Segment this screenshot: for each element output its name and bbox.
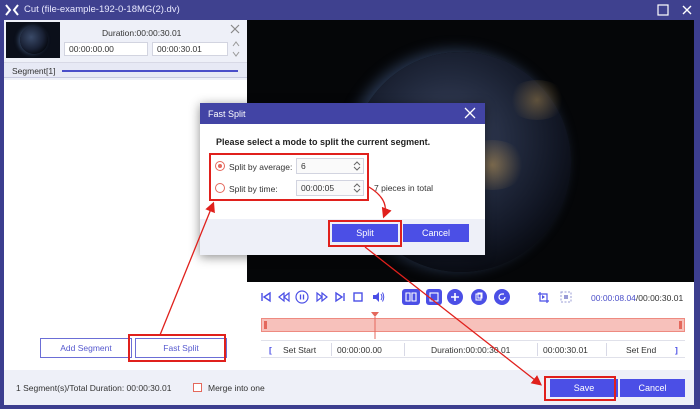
merge-checkbox[interactable] — [193, 383, 202, 392]
playback-controls: 00:00:08.04/00:00:30.01 [ Set Start 00:0… — [247, 282, 694, 370]
reorder-arrows-icon[interactable] — [232, 40, 240, 58]
merge-label: Merge into one — [208, 383, 265, 393]
options-highlight — [209, 153, 369, 201]
timeline-track[interactable] — [261, 318, 685, 332]
segment-duration: Duration:00:00:30.01 — [102, 28, 182, 38]
close-icon[interactable] — [464, 107, 476, 119]
crop-icon[interactable] — [537, 290, 551, 304]
skip-start-icon[interactable] — [259, 290, 273, 304]
playhead[interactable] — [370, 311, 380, 341]
segment-card[interactable]: Duration:00:00:30.01 00:00:00.00 00:00:3… — [4, 20, 247, 80]
cancel-button[interactable]: Cancel — [618, 379, 685, 397]
fast-split-highlight — [128, 334, 226, 362]
fullscreen-icon[interactable] — [559, 290, 573, 304]
save-highlight — [544, 376, 616, 401]
app-logo-icon — [5, 4, 19, 16]
title-bar: Cut (file-example-192-0-18MG(2).dv) — [0, 0, 700, 20]
end-value[interactable]: 00:00:30.01 — [543, 345, 588, 355]
current-time: 00:00:08.04 — [591, 293, 636, 303]
range-duration: Duration:00:00:30.01 — [431, 345, 511, 355]
pause-icon[interactable] — [295, 290, 309, 304]
dialog-title: Fast Split — [208, 109, 246, 119]
reset-icon[interactable] — [494, 289, 510, 305]
copy-icon[interactable] — [471, 289, 487, 305]
total-time: /00:00:30.01 — [635, 293, 684, 303]
dialog-header: Fast Split — [200, 103, 485, 124]
segment-end-field[interactable]: 00:00:30.01 — [152, 42, 228, 56]
add-icon[interactable] — [447, 289, 463, 305]
segment-tab-label: Segment[1] — [12, 66, 56, 76]
fast-split-icon[interactable] — [426, 289, 442, 305]
add-segment-button[interactable]: Add Segment — [40, 338, 132, 358]
set-start-bracket-icon: [ — [269, 345, 272, 355]
split-highlight — [328, 220, 402, 247]
segment-tab[interactable]: Segment[1] — [4, 62, 247, 78]
dialog-prompt: Please select a mode to split the curren… — [216, 137, 431, 147]
playback-time: 00:00:08.04/00:00:30.01 — [591, 293, 683, 303]
start-value[interactable]: 00:00:00.00 — [337, 345, 382, 355]
stop-icon[interactable] — [351, 290, 365, 304]
set-range-row: [ Set Start 00:00:00.00 Duration:00:00:3… — [261, 340, 685, 358]
dialog-cancel-button[interactable]: Cancel — [403, 224, 469, 242]
step-forward-icon[interactable] — [315, 290, 329, 304]
segments-summary: 1 Segment(s)/Total Duration: 00:00:30.01 — [16, 383, 172, 393]
set-start-button[interactable]: Set Start — [283, 345, 316, 355]
skip-end-icon[interactable] — [333, 290, 347, 304]
segment-bar — [62, 70, 238, 72]
window-title: Cut (file-example-192-0-18MG(2).dv) — [24, 4, 180, 15]
pieces-total: 7 pieces in total — [374, 183, 434, 193]
step-back-icon[interactable] — [277, 290, 291, 304]
minimize-icon[interactable] — [656, 3, 670, 17]
start-handle[interactable] — [264, 321, 267, 329]
close-icon[interactable] — [230, 24, 240, 34]
segment-start-field[interactable]: 00:00:00.00 — [64, 42, 148, 56]
split-view-icon[interactable] — [402, 289, 420, 305]
set-end-bracket-icon: ] — [675, 345, 678, 355]
segment-thumbnail — [6, 22, 60, 58]
set-end-button[interactable]: Set End — [626, 345, 656, 355]
end-handle[interactable] — [679, 321, 682, 329]
close-icon[interactable] — [680, 3, 694, 17]
volume-icon[interactable] — [371, 290, 385, 304]
